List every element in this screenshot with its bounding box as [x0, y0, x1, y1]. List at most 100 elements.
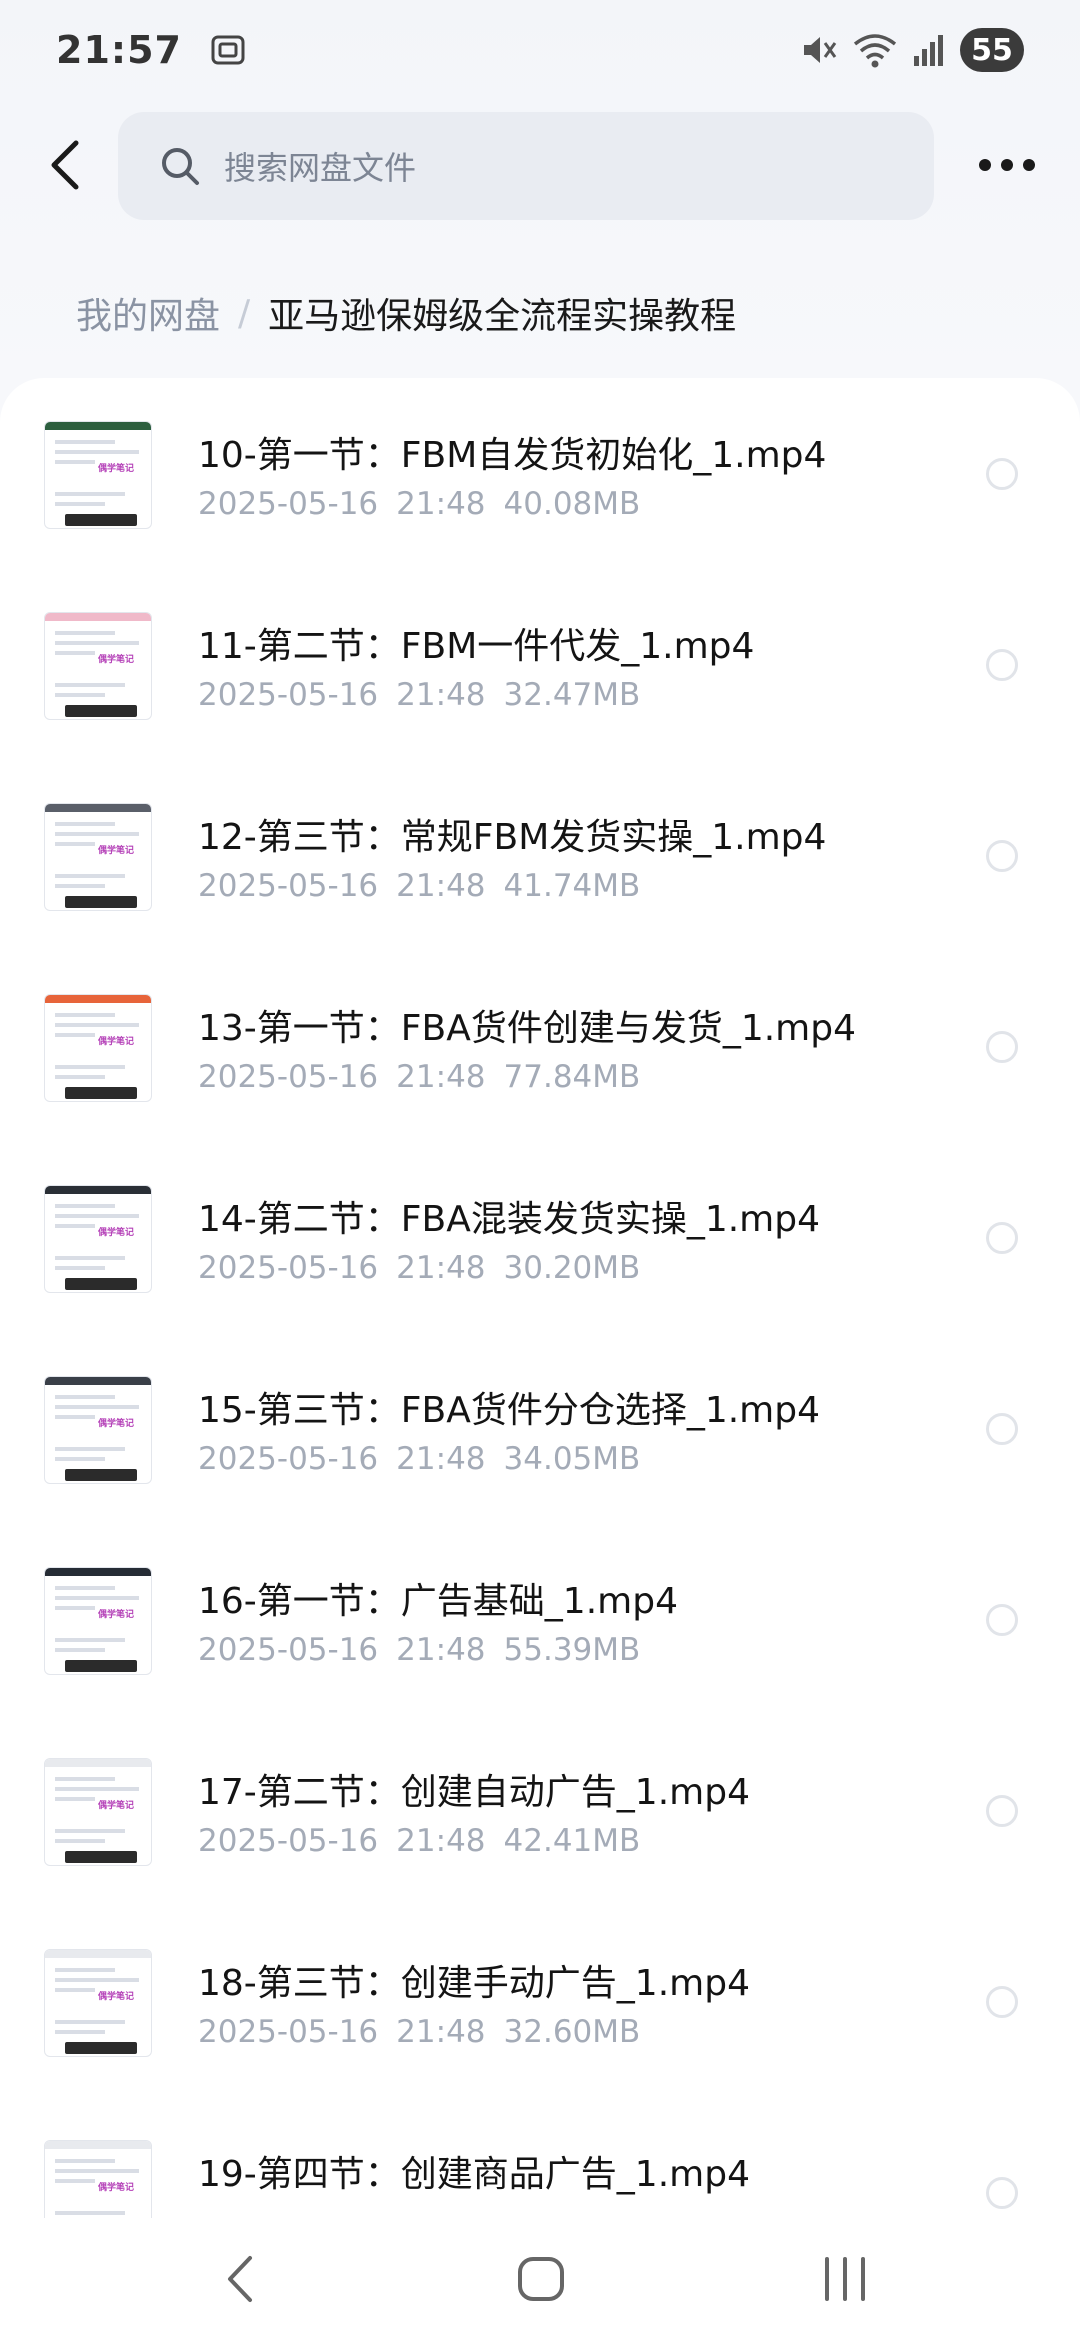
thumbnail-header — [45, 804, 151, 812]
file-time: 21:48 — [396, 2014, 486, 2050]
thumbnail-watermark: 偶学笔记 — [97, 1419, 134, 1429]
status-bar: 21:57 55 — [0, 0, 1080, 100]
file-time: 21:48 — [396, 486, 486, 522]
search-icon — [162, 148, 199, 185]
file-size: 42.41MB — [503, 1823, 641, 1859]
select-radio[interactable] — [986, 458, 1018, 490]
file-row[interactable]: 偶学笔记 13-第一节：FBA货件创建与发货_1.mp4 2025-05-16 21:… — [0, 951, 1080, 1142]
file-name: 11-第二节：FBM一件代发_1.mp4 — [198, 626, 755, 667]
thumbnail-header — [45, 1186, 151, 1194]
thumbnail-line — [55, 842, 95, 846]
file-row[interactable]: 偶学笔记 18-第三节：创建手动广告_1.mp4 2025-05-16 21:48 32… — [0, 1906, 1080, 2097]
select-radio[interactable] — [986, 1413, 1018, 1445]
select-radio[interactable] — [986, 840, 1018, 872]
thumbnail-line — [55, 1777, 115, 1781]
file-row[interactable]: 偶学笔记 11-第二节：FBM一件代发_1.mp4 2025-05-16 21:48 3… — [0, 569, 1080, 760]
thumbnail-line — [55, 1415, 95, 1419]
file-date: 2025-05-16 — [198, 1823, 379, 1859]
status-icons: 55 — [798, 28, 1024, 72]
mute-icon — [804, 37, 837, 63]
thumbnail-line — [55, 2179, 95, 2183]
thumbnail-line — [55, 1204, 115, 1208]
select-radio[interactable] — [986, 1795, 1018, 1827]
file-name: 18-第三节：创建手动广告_1.mp4 — [198, 1963, 750, 2004]
file-meta: 2025-05-16 21:48 41.74MB — [198, 868, 640, 904]
thumbnail-caption — [65, 1087, 137, 1099]
select-radio[interactable] — [986, 1031, 1018, 1063]
app-screen: 21:57 55 搜索网盘文件 我的网盘 / 亚马逊保姆级全流程实操教程 偶学笔… — [0, 0, 1080, 2340]
file-row[interactable]: 偶学笔记 19-第四节：创建商品广告_1.mp4 — [0, 2097, 1080, 2218]
select-radio[interactable] — [986, 1986, 1018, 2018]
thumbnail-caption — [65, 896, 137, 908]
video-thumbnail: 偶学笔记 — [44, 2140, 152, 2218]
thumbnail-line — [55, 1023, 139, 1027]
file-size: 40.08MB — [503, 486, 641, 522]
file-meta: 2025-05-16 21:48 32.47MB — [198, 677, 640, 713]
thumbnail-watermark: 偶学笔记 — [97, 846, 134, 856]
thumbnail-line — [55, 1395, 115, 1399]
file-row[interactable]: 偶学笔记 14-第二节：FBA混装发货实操_1.mp4 2025-05-16 21:4… — [0, 1142, 1080, 1333]
file-list: 偶学笔记 10-第一节：FBM自发货初始化_1.mp4 2025-05-16 21:4… — [0, 378, 1080, 2218]
file-meta: 2025-05-16 21:48 55.39MB — [198, 1632, 640, 1668]
breadcrumb-root[interactable]: 我的网盘 — [76, 287, 220, 339]
select-radio[interactable] — [986, 649, 1018, 681]
thumbnail-line — [55, 1256, 125, 1260]
thumbnail-header — [45, 422, 151, 430]
battery-icon: 55 — [960, 28, 1024, 72]
status-time: 21:57 — [56, 28, 182, 72]
file-row[interactable]: 偶学笔记 17-第二节：创建自动广告_1.mp4 2025-05-16 21:48 42… — [0, 1715, 1080, 1906]
thumbnail-line — [55, 1797, 95, 1801]
thumbnail-header — [45, 1950, 151, 1958]
search-input[interactable]: 搜索网盘文件 — [118, 112, 934, 220]
back-arrow-icon[interactable] — [38, 135, 98, 195]
nav-home-icon[interactable] — [514, 2250, 568, 2308]
thumbnail-line — [55, 631, 115, 635]
file-row[interactable]: 偶学笔记 15-第三节：FBA货件分仓选择_1.mp4 2025-05-16 21:4… — [0, 1333, 1080, 1524]
thumbnail-line — [55, 651, 95, 655]
select-radio[interactable] — [986, 1222, 1018, 1254]
file-size: 32.47MB — [503, 677, 641, 713]
more-options-icon[interactable] — [972, 140, 1042, 190]
select-radio[interactable] — [986, 1604, 1018, 1636]
thumbnail-header — [45, 2141, 151, 2149]
file-name: 13-第一节：FBA货件创建与发货_1.mp4 — [198, 1008, 857, 1049]
thumbnail-line — [55, 822, 115, 826]
file-date: 2025-05-16 — [198, 1059, 379, 1095]
file-name: 12-第三节：常规FBM发货实操_1.mp4 — [198, 817, 827, 858]
thumbnail-watermark: 偶学笔记 — [97, 1228, 134, 1238]
file-date: 2025-05-16 — [198, 486, 379, 522]
thumbnail-line — [55, 641, 139, 645]
thumbnail-line — [55, 2030, 105, 2034]
file-name: 17-第二节：创建自动广告_1.mp4 — [198, 1772, 750, 1813]
thumbnail-watermark: 偶学笔记 — [97, 1037, 134, 1047]
thumbnail-caption — [65, 2042, 137, 2054]
search-placeholder: 搜索网盘文件 — [224, 149, 417, 187]
file-size: 34.05MB — [503, 1441, 641, 1477]
file-time: 21:48 — [396, 868, 486, 904]
thumbnail-line — [55, 1214, 139, 1218]
thumbnail-caption — [65, 705, 137, 717]
file-row[interactable]: 偶学笔记 16-第一节：广告基础_1.mp4 2025-05-16 21:48 55.3… — [0, 1524, 1080, 1715]
thumbnail-line — [55, 2020, 125, 2024]
thumbnail-line — [55, 1648, 105, 1652]
file-name: 10-第一节：FBM自发货初始化_1.mp4 — [198, 435, 827, 476]
nav-recents-icon[interactable] — [818, 2250, 872, 2308]
thumbnail-line — [55, 1968, 115, 1972]
video-thumbnail: 偶学笔记 — [44, 1376, 152, 1484]
file-date: 2025-05-16 — [198, 1250, 379, 1286]
file-size: 30.20MB — [503, 1250, 641, 1286]
file-time: 21:48 — [396, 1441, 486, 1477]
video-thumbnail: 偶学笔记 — [44, 1758, 152, 1866]
file-name: 15-第三节：FBA货件分仓选择_1.mp4 — [198, 1390, 821, 1431]
file-date: 2025-05-16 — [198, 1441, 379, 1477]
file-row[interactable]: 偶学笔记 12-第三节：常规FBM发货实操_1.mp4 2025-05-16 21:4… — [0, 760, 1080, 951]
nav-back-icon[interactable] — [214, 2250, 268, 2308]
thumbnail-header — [45, 1759, 151, 1767]
thumbnail-caption — [65, 1660, 137, 1672]
thumbnail-header — [45, 613, 151, 621]
select-radio[interactable] — [986, 2177, 1018, 2209]
thumbnail-line — [55, 884, 105, 888]
file-row[interactable]: 偶学笔记 10-第一节：FBM自发货初始化_1.mp4 2025-05-16 21:4… — [0, 378, 1080, 569]
thumbnail-line — [55, 1638, 125, 1642]
file-date: 2025-05-16 — [198, 1632, 379, 1668]
